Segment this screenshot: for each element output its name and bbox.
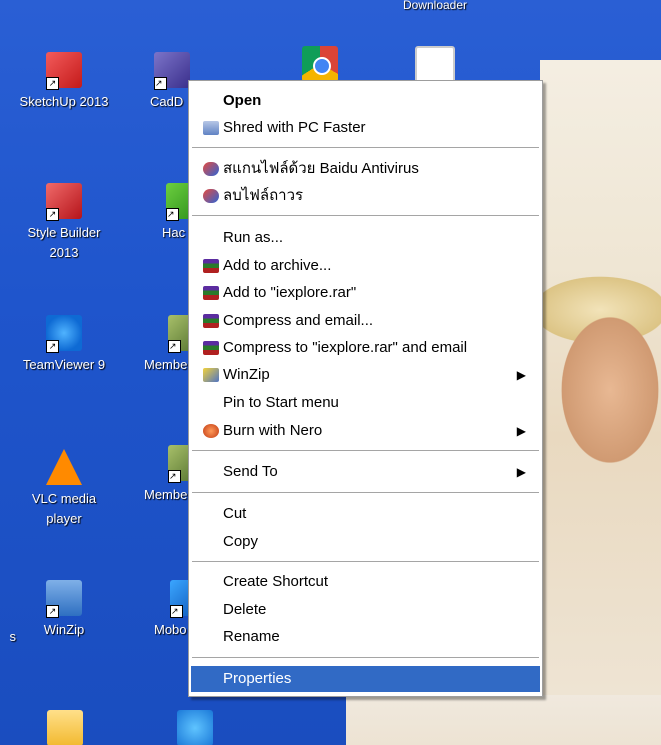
baidu-antivirus-icon [203,162,219,176]
teamviewer-icon: ↗ [46,315,82,353]
menu-separator [192,450,539,451]
chrome-icon [302,46,338,82]
desktop-icon-label: WinZip [43,622,85,637]
baidu-antivirus-icon [203,189,219,203]
shortcut-arrow-icon: ↗ [46,605,59,618]
menu-item-label: Run as... [223,229,284,246]
winzip-icon: ↗ [46,580,82,618]
submenu-arrow-icon: ▶ [516,424,526,438]
shortcut-arrow-icon: ↗ [170,605,183,618]
desktop-icon-label: SketchUp 2013 [19,94,109,109]
menu-item-burn-nero[interactable]: Burn with Nero ▶ [191,418,540,444]
menu-item-label: Shred with PC Faster [223,119,366,136]
shortcut-arrow-icon: ↗ [46,77,59,90]
menu-item-rename[interactable]: Rename [191,624,540,650]
shred-icon [203,121,219,135]
menu-item-label: WinZip [223,366,270,383]
menu-item-open[interactable]: Open [191,88,540,114]
winrar-icon [203,259,219,273]
menu-separator [192,561,539,562]
menu-item-cut[interactable]: Cut [191,501,540,527]
menu-item-label: Compress and email... [223,312,374,329]
menu-item-label: Compress to "iexplore.rar" and email [223,339,468,356]
menu-item-add-to-archive[interactable]: Add to archive... [191,253,540,279]
desktop-icon-winzip[interactable]: ↗ WinZip [16,580,112,640]
menu-item-label: Cut [223,505,247,522]
submenu-arrow-icon: ▶ [516,465,526,479]
wallpaper-bottom [346,695,661,745]
desktop-icon-label: Style Builder 2013 [27,225,101,260]
folder-icon [47,710,83,745]
menu-item-properties[interactable]: Properties [191,666,540,692]
menu-item-label: Add to "iexplore.rar" [223,284,357,301]
menu-item-label: Delete [223,601,267,618]
submenu-arrow-icon: ▶ [516,368,526,382]
menu-item-label: Properties [223,670,292,687]
menu-item-copy[interactable]: Copy [191,529,540,555]
winrar-icon [203,286,219,300]
menu-separator [192,215,539,216]
menu-item-baidu-scan[interactable]: สแกนไฟล์ด้วย Baidu Antivirus [191,156,540,182]
desktop-icon-label-downloader[interactable]: Downloader [385,0,485,14]
menu-item-send-to[interactable]: Send To ▶ [191,459,540,485]
vlc-cone-icon [46,449,82,485]
desktop-icon-partial-left[interactable]: s [0,627,17,647]
winrar-icon [203,341,219,355]
menu-item-pin-start[interactable]: Pin to Start menu [191,390,540,416]
menu-item-label: Open [223,92,262,109]
menu-item-compress-rar-email[interactable]: Compress to "iexplore.rar" and email [191,335,540,361]
desktop-icon-label: TeamViewer 9 [22,357,106,372]
menu-item-label: Send To [223,463,278,480]
shortcut-arrow-icon: ↗ [46,340,59,353]
shortcut-arrow-icon: ↗ [166,208,179,221]
wallpaper-portrait [540,60,661,745]
menu-item-label: Burn with Nero [223,422,323,439]
winrar-icon [203,314,219,328]
menu-item-label: ลบไฟล์ถาวร [223,187,304,204]
desktop-icon-folder[interactable] [40,710,90,745]
menu-item-shred[interactable]: Shred with PC Faster [191,115,540,141]
menu-item-delete[interactable]: Delete [191,597,540,623]
menu-item-run-as[interactable]: Run as... [191,225,540,251]
shortcut-arrow-icon: ↗ [46,208,59,221]
menu-item-label: Add to archive... [223,257,332,274]
cadd-icon: ↗ [154,52,190,90]
menu-separator [192,147,539,148]
desktop-icon-vlc[interactable]: VLC media player [16,445,112,529]
desktop-icon-blue-round[interactable] [170,710,220,745]
menu-item-label: Copy [223,533,259,550]
winzip-icon [203,368,219,382]
desktop-icon-label: s [9,629,17,644]
menu-separator [192,492,539,493]
menu-item-label: Pin to Start menu [223,394,339,411]
shortcut-arrow-icon: ↗ [168,340,181,353]
menu-item-winzip[interactable]: WinZip ▶ [191,362,540,388]
sketchup-icon: ↗ [46,52,82,90]
menu-item-label: Rename [223,628,280,645]
context-menu: Open Shred with PC Faster สแกนไฟล์ด้วย B… [188,80,543,697]
app-round-icon [177,710,213,745]
shortcut-arrow-icon: ↗ [168,470,181,483]
menu-item-compress-email[interactable]: Compress and email... [191,308,540,334]
menu-item-label: Create Shortcut [223,573,329,590]
menu-item-baidu-delete[interactable]: ลบไฟล์ถาวร [191,183,540,209]
menu-separator [192,657,539,658]
style-builder-icon: ↗ [46,183,82,221]
menu-item-add-to-rar[interactable]: Add to "iexplore.rar" [191,280,540,306]
desktop-icon-label: VLC media player [31,491,97,526]
menu-item-label: สแกนไฟล์ด้วย Baidu Antivirus [223,160,419,177]
desktop-icon-sketchup[interactable]: ↗ SketchUp 2013 [16,52,112,112]
desktop-icon-style-builder[interactable]: ↗ Style Builder 2013 [16,183,112,263]
shortcut-arrow-icon: ↗ [154,77,167,90]
desktop-icon-teamviewer[interactable]: ↗ TeamViewer 9 [16,315,112,375]
menu-item-create-shortcut[interactable]: Create Shortcut [191,569,540,595]
nero-icon [203,424,219,438]
